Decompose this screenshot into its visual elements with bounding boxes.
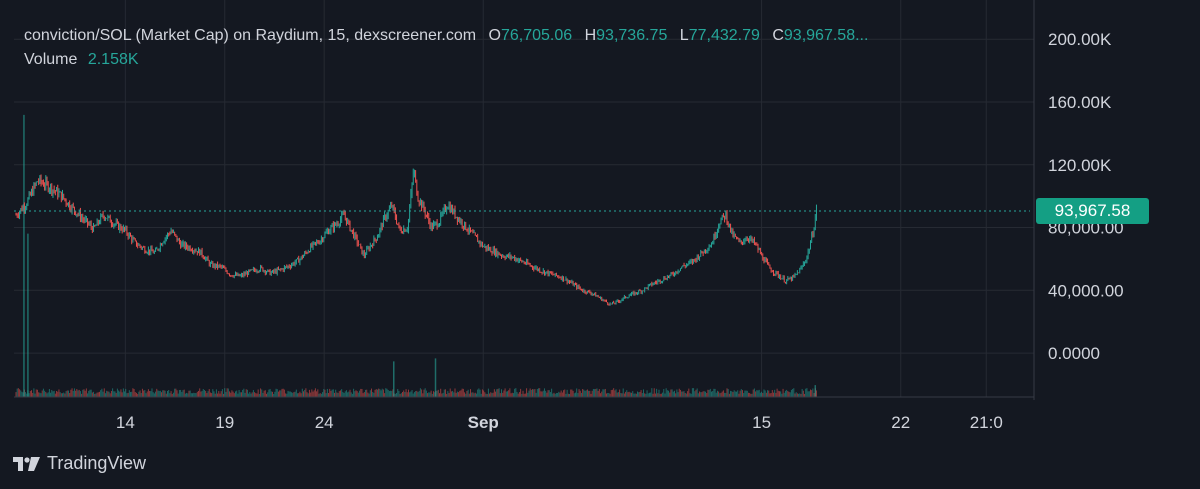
y-tick-label: 0.0000 xyxy=(1048,344,1100,363)
x-tick-label: 21:0 xyxy=(970,413,1003,432)
high-value: 93,736.75 xyxy=(596,27,668,44)
chart-legend: conviction/SOL (Market Cap) on Raydium, … xyxy=(24,26,868,74)
x-tick-label: Sep xyxy=(468,413,499,432)
legend-title-row: conviction/SOL (Market Cap) on Raydium, … xyxy=(24,26,868,50)
tradingview-brand[interactable]: TradingView xyxy=(13,453,146,474)
low-value: 77,432.79 xyxy=(688,27,760,44)
symbol-title: conviction/SOL (Market Cap) on Raydium, … xyxy=(24,27,477,44)
x-tick-label: 24 xyxy=(315,413,334,432)
volume-value: 2.158K xyxy=(87,51,139,68)
y-tick-label: 160.00K xyxy=(1048,93,1112,112)
last-price-tag: 93,967.58 xyxy=(1036,198,1149,224)
open-value: 76,705.06 xyxy=(500,27,573,44)
x-tick-label: 14 xyxy=(116,413,135,432)
high-label: H xyxy=(584,27,597,44)
legend-volume-row: Volume 2.158K xyxy=(24,50,868,74)
y-tick-label: 200.00K xyxy=(1048,30,1112,49)
y-tick-label: 40,000.00 xyxy=(1048,281,1124,300)
volume-label: Volume xyxy=(24,51,78,68)
low-label: L xyxy=(679,27,689,44)
brand-name: TradingView xyxy=(47,453,147,473)
close-label: C xyxy=(772,27,784,44)
x-tick-label: 22 xyxy=(891,413,910,432)
x-tick-label: 19 xyxy=(215,413,234,432)
candlestick-series xyxy=(15,168,817,306)
time-axis: 14 19 24 Sep 15 22 21:0 xyxy=(116,413,1003,432)
tradingview-logo-icon xyxy=(13,456,40,471)
close-value: 93,967.58... xyxy=(783,27,869,44)
y-tick-label: 120.00K xyxy=(1048,156,1112,175)
x-tick-label: 15 xyxy=(752,413,771,432)
open-label: O xyxy=(488,27,501,44)
volume-bars xyxy=(15,114,817,397)
price-axis: 200.00K160.00K120.00K80,000.0040,000.000… xyxy=(1048,30,1124,363)
